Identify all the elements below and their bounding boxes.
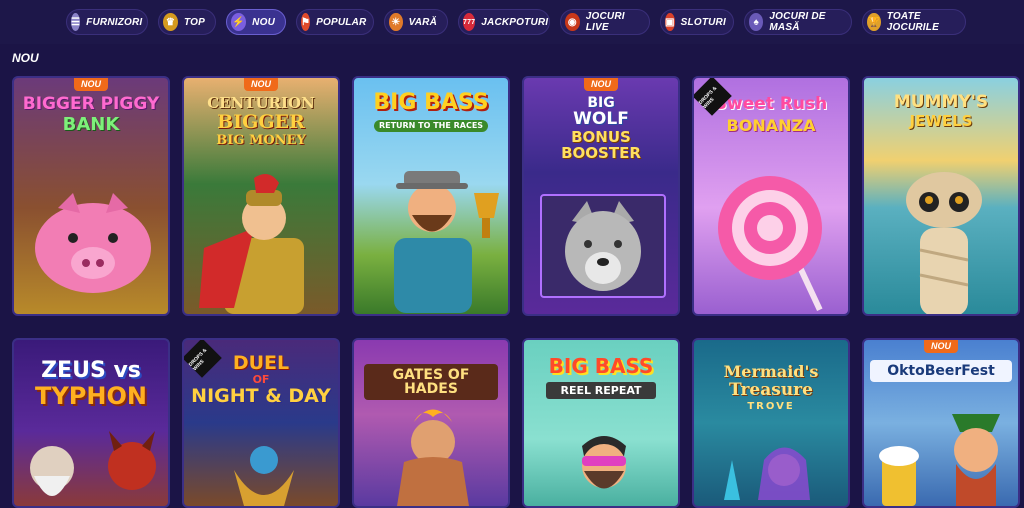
category-nou[interactable]: ⚡ NOU — [226, 9, 286, 35]
game-title: BIGGER PIGGY — [22, 94, 160, 114]
game-title: OktoBeerFest — [870, 360, 1012, 382]
anubis-illustration — [234, 446, 294, 506]
game-title: BIG — [587, 95, 615, 111]
fisherman-sunglasses-illustration — [582, 436, 626, 489]
game-subtitle: TYPHON — [35, 382, 147, 410]
game-title: WOLF — [573, 109, 629, 129]
category-label: VARĂ — [408, 16, 437, 28]
category-label: NOU — [252, 16, 275, 28]
game-title: Mermaid's — [723, 362, 819, 381]
lollipop-illustration — [718, 176, 823, 311]
category-toate-jocurile[interactable]: 🏆 TOATE JOCURILE — [862, 9, 966, 35]
category-jocuri-de-masa[interactable]: ♠ JOCURI DE MASĂ — [744, 9, 852, 35]
game-title: CENTURION — [207, 94, 315, 112]
category-label: TOP — [184, 16, 205, 28]
game-subtitle: BANK — [62, 114, 120, 135]
game-subtitle: BIG MONEY — [216, 133, 306, 148]
category-label: JACKPOTURI — [481, 16, 549, 28]
game-subtitle: RETURN TO THE RACES — [374, 120, 488, 132]
game-subtitle: REEL REPEAT — [546, 382, 656, 399]
game-title: BIG BASS — [373, 90, 489, 115]
game-card-duel-night-day[interactable]: DROPS & WINS DUEL OF NIGHT & DAY — [182, 338, 340, 508]
crown-icon: ♛ — [163, 13, 179, 31]
game-card-sweet-rush[interactable]: DROPS & WINS Sweet Rush BONANZA — [692, 76, 850, 316]
new-badge: NOU — [74, 78, 108, 91]
category-vara[interactable]: ☀ VARĂ — [384, 9, 448, 35]
game-card-mummys-jewels[interactable]: MUMMY'S JEWELS — [862, 76, 1020, 316]
game-subtitle: BONANZA — [726, 116, 816, 135]
game-card-oktobeerfest[interactable]: NOU OktoBeerFest — [862, 338, 1020, 508]
piggy-illustration — [35, 193, 151, 293]
trophy-icon: 🏆 — [867, 13, 881, 31]
category-bar: ☰ FURNIZORI ♛ TOP ⚡ NOU ⚑ POPULAR ☀ VARĂ… — [0, 0, 1024, 44]
bavarian-illustration — [879, 414, 1000, 506]
game-title: MUMMY'S — [893, 92, 989, 112]
game-card-bigger-piggy-bank[interactable]: NOU BIGGER PIGGY BANK — [12, 76, 170, 316]
game-card-big-bass-reel-repeat[interactable]: BIG BASS REEL REPEAT — [522, 338, 680, 508]
game-subtitle: JEWELS — [909, 112, 973, 130]
game-card-big-wolf[interactable]: NOU BIG WOLF BONUS BOOSTER — [522, 76, 680, 316]
game-subtitle: BONUS BOOSTER — [561, 128, 641, 162]
777-icon: 777 — [463, 13, 476, 31]
fisherman-illustration — [394, 171, 499, 313]
game-card-big-bass-races[interactable]: BIG BASS RETURN TO THE RACES — [352, 76, 510, 316]
mummy-illustration — [906, 172, 982, 314]
category-furnizori[interactable]: ☰ FURNIZORI — [66, 9, 148, 35]
game-card-zeus-vs-typhon[interactable]: ZEUS vs TYPHON — [12, 338, 170, 508]
hades-illustration — [397, 409, 469, 506]
category-label: FURNIZORI — [86, 16, 143, 28]
roulette-icon: ◉ — [565, 13, 580, 31]
category-label: JOCURI LIVE — [585, 11, 625, 33]
category-label: TOATE JOCURILE — [886, 11, 939, 33]
game-subtitle: BIGGER — [217, 111, 305, 133]
category-sloturi[interactable]: ▣ SLOTURI — [660, 9, 734, 35]
cards-icon: ♠ — [749, 13, 764, 31]
palm-icon: ☀ — [389, 13, 403, 31]
game-title: GATES OF HADES — [364, 364, 498, 400]
game-title: Treasure — [729, 380, 813, 400]
category-popular[interactable]: ⚑ POPULAR — [296, 9, 374, 35]
game-title: OF — [252, 373, 270, 386]
category-label: SLOTURI — [680, 16, 726, 28]
new-badge: NOU — [924, 340, 958, 353]
game-subtitle: TROVE — [747, 401, 795, 412]
centurion-illustration — [199, 174, 304, 314]
list-icon: ☰ — [71, 13, 81, 31]
zeus-typhon-illustration — [30, 431, 156, 496]
game-card-centurion[interactable]: NOU CENTURION BIGGER BIG MONEY — [182, 76, 340, 316]
slot-machine-icon: ▣ — [665, 13, 675, 31]
category-jocuri-live[interactable]: ◉ JOCURI LIVE — [560, 9, 650, 35]
game-title: BIG BASS — [548, 354, 654, 378]
mermaid-illustration — [724, 447, 810, 500]
lightning-icon: ⚡ — [231, 13, 247, 31]
flag-icon: ⚑ — [301, 13, 311, 31]
game-card-gates-of-hades[interactable]: GATES OF HADES — [352, 338, 510, 508]
new-badge: NOU — [244, 78, 278, 91]
section-title: NOU — [12, 51, 39, 65]
new-badge: NOU — [584, 78, 618, 91]
game-title: ZEUS vs — [41, 358, 141, 383]
category-jackpoturi[interactable]: 777 JACKPOTURI — [458, 9, 550, 35]
category-top[interactable]: ♛ TOP — [158, 9, 216, 35]
wolf-image — [540, 194, 666, 298]
game-subtitle: NIGHT & DAY — [191, 385, 331, 407]
category-label: POPULAR — [316, 16, 367, 28]
game-card-mermaids-treasure[interactable]: Mermaid's Treasure TROVE — [692, 338, 850, 508]
category-label: JOCURI DE MASĂ — [769, 11, 826, 33]
